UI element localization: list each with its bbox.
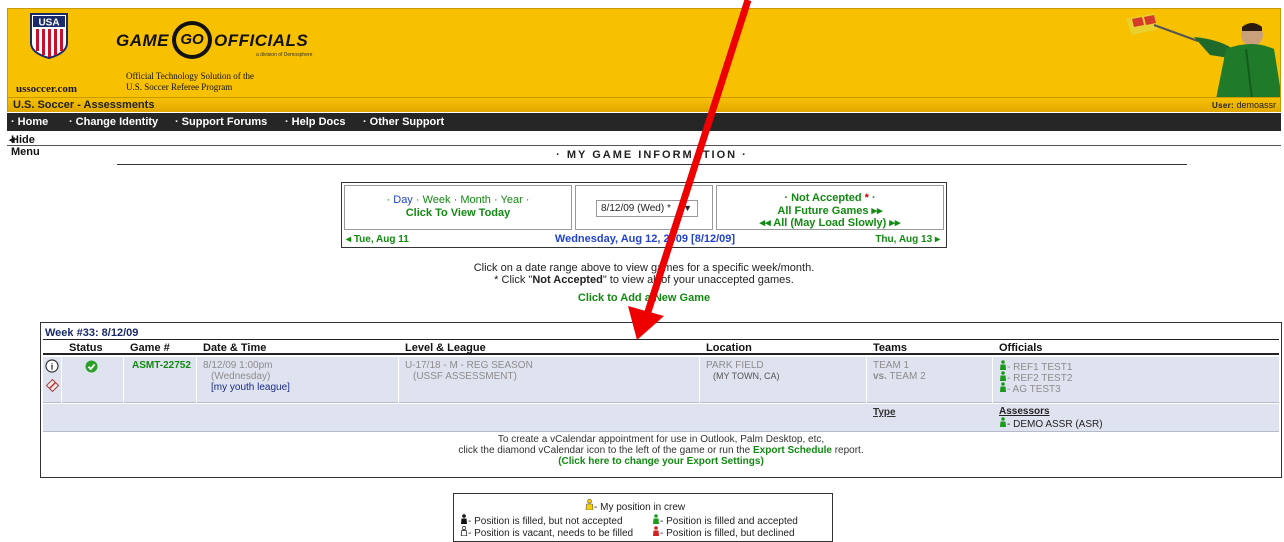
filter-cell: · Not Accepted * · All Future Games ▸▸ ◂… (716, 185, 944, 230)
range-links: · Day · Week · Month · Year · (386, 194, 530, 206)
us-soccer-logo[interactable]: USA (30, 13, 68, 59)
official-accepted-icon (1000, 382, 1006, 392)
col-level[interactable]: Level & League (405, 342, 486, 354)
home-team: TEAM 1 (873, 360, 910, 371)
add-game-link[interactable]: Click to Add a New Game (341, 292, 947, 304)
game-date: 8/12/09 1:00pm (203, 360, 273, 371)
site-header: USA ussoccer.com GAME GO OFFICIALS a div… (7, 8, 1281, 98)
declined-position-icon (653, 526, 659, 536)
nav-help-docs[interactable]: · Help Docs (285, 116, 345, 128)
official-accepted-icon (1000, 371, 1006, 381)
export-line1: To create a vCalendar appointment for us… (497, 434, 825, 445)
nav-home[interactable]: · Home (11, 116, 48, 128)
next-day-link[interactable]: Thu, Aug 13 ▸ (875, 234, 940, 245)
assessors-label[interactable]: Assessors (999, 406, 1050, 417)
filled-accepted-icon (653, 514, 659, 524)
table-header: Status Game # Date & Time Level & League… (43, 339, 1279, 355)
not-accepted-hint: * Click "Not Accepted" to view all of yo… (494, 274, 794, 286)
tagline-line1: Official Technology Solution of the (126, 71, 255, 81)
hide-menu-bar: ◂ Hide Menu (7, 132, 1281, 158)
logo-officials-text: OFFICIALS (214, 31, 309, 50)
date-selector: · Day · Week · Month · Year · Click To V… (341, 182, 947, 248)
page-title: · MY GAME INFORMATION · (117, 149, 1187, 165)
all-games-link[interactable]: ◂◂ All (May Load Slowly) ▸▸ (717, 216, 943, 229)
league-link[interactable]: [my youth league] (211, 382, 290, 393)
site-label[interactable]: ussoccer.com (16, 83, 77, 95)
info-icon[interactable]: i (45, 359, 59, 373)
chevron-down-icon: ▼ (683, 203, 692, 213)
col-game[interactable]: Game # (130, 342, 170, 354)
day-link[interactable]: Day (393, 194, 413, 206)
location-name[interactable]: PARK FIELD (706, 360, 764, 371)
week-link[interactable]: Week (423, 194, 451, 206)
logo-game-text: GAME (116, 31, 169, 50)
assessor-accepted-icon (1000, 417, 1006, 427)
legend-declined: - Position is filled, but declined (652, 526, 795, 539)
date-select-value: 8/12/09 (Wed) * (601, 203, 671, 214)
my-position-icon (585, 498, 594, 511)
table-row[interactable]: i ASMT-22752 8/12/09 1:00pm (Wednesday) … (43, 357, 1279, 403)
user-label: User: (1212, 101, 1234, 110)
month-link[interactable]: Month (460, 194, 491, 206)
range-cell: · Day · Week · Month · Year · Click To V… (344, 185, 572, 230)
type-label[interactable]: Type (873, 407, 896, 418)
user-name: demoassr (1236, 100, 1276, 110)
tagline-line2: U.S. Soccer Referee Program (126, 82, 233, 92)
user-indicator: User: demoassr (1212, 100, 1276, 110)
official-accepted-icon (1000, 360, 1006, 370)
game-league: (USSF ASSESSMENT) (413, 371, 517, 382)
vcalendar-diamond-icon[interactable] (46, 379, 59, 392)
hide-menu-link[interactable]: ◂ Hide Menu (9, 133, 40, 158)
accepted-check-icon (85, 360, 98, 373)
date-select-cell: 8/12/09 (Wed) * ▼ (575, 185, 713, 230)
not-accepted-row: · Not Accepted * · (784, 192, 876, 204)
assessments-title: U.S. Soccer - Assessments (13, 99, 155, 111)
year-link[interactable]: Year (501, 194, 523, 206)
legend-my-position: - My position in crew (585, 498, 685, 513)
official-row: - AG TEST3 (999, 382, 1061, 395)
legend-vacant: - Position is vacant, needs to be filled (460, 526, 633, 539)
not-accepted-link[interactable]: Not Accepted (791, 192, 862, 204)
filled-not-accepted-icon (461, 514, 467, 524)
export-line2: click the diamond vCalendar icon to the … (458, 445, 864, 456)
nav-support-forums[interactable]: · Support Forums (175, 116, 267, 128)
col-datetime[interactable]: Date & Time (203, 342, 266, 354)
status-legend: - My position in crew - Position is fill… (453, 493, 833, 542)
view-today-link[interactable]: Click To View Today (345, 207, 571, 219)
date-select[interactable]: 8/12/09 (Wed) * ▼ (596, 200, 698, 217)
assessor-row: - DEMO ASSR (ASR) (999, 417, 1103, 430)
export-info: To create a vCalendar appointment for us… (43, 434, 1279, 467)
away-team: vs. TEAM 2 (873, 371, 926, 382)
export-schedule-link[interactable]: Export Schedule (753, 445, 832, 456)
logo-division-text: a division of Demosphere (256, 52, 313, 58)
prev-day-link[interactable]: ◂ Tue, Aug 11 (346, 234, 409, 245)
col-teams[interactable]: Teams (873, 342, 907, 354)
export-settings-link[interactable]: (Click here to change your Export Settin… (43, 456, 1279, 467)
assessments-bar: U.S. Soccer - Assessments User: demoassr (7, 98, 1281, 112)
col-location[interactable]: Location (706, 342, 752, 354)
referee-flag-image (1106, 9, 1280, 97)
current-day-label: Wednesday, Aug 12, 2009 [8/12/09] (554, 233, 736, 245)
game-level: U-17/18 - M - REG SEASON (405, 360, 533, 371)
week-label: Week #33: 8/12/09 (45, 327, 139, 339)
date-range-hint: Click on a date range above to view game… (473, 262, 815, 274)
game-number-link[interactable]: ASMT-22752 (132, 360, 191, 371)
col-officials[interactable]: Officials (999, 342, 1042, 354)
location-city: (MY TOWN, CA) (713, 371, 780, 381)
col-status[interactable]: Status (69, 342, 103, 354)
nav-change-identity[interactable]: · Change Identity (69, 116, 158, 128)
assessor-row: Type Assessors - DEMO ASSR (ASR) (43, 404, 1279, 432)
usflag-text: USA (38, 18, 59, 29)
game-weekday: (Wednesday) (211, 371, 271, 382)
logo-go-circle: GO (172, 21, 212, 59)
main-nav: · Home · Change Identity · Support Forums ·… (7, 113, 1281, 131)
vacant-position-icon (460, 526, 468, 537)
nav-other-support[interactable]: · Other Support (363, 116, 444, 128)
games-table: Week #33: 8/12/09 Status Game # Date & T… (40, 322, 1282, 478)
